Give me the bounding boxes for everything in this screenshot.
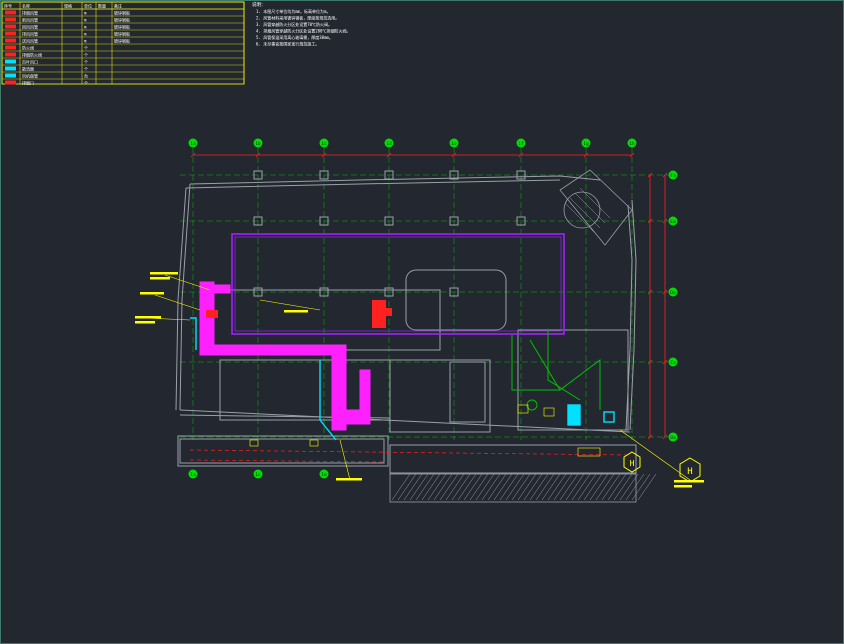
legend-swatch xyxy=(5,31,16,36)
legend-row-name: 风机盘管 xyxy=(22,73,38,79)
legend-row-unit: 台 xyxy=(84,73,88,79)
note-line: 2. 风管材料采用镀锌钢板，厚度按规范选用。 xyxy=(256,15,339,21)
legend-row-note: 镀锌钢板 xyxy=(114,38,130,44)
legend-header-1: 名称 xyxy=(22,3,30,9)
dashed-pipe-run xyxy=(189,449,631,463)
legend-header-5: 备注 xyxy=(114,3,122,9)
legend-row-name: 排烟风管 xyxy=(22,10,38,16)
legend-row-unit: m xyxy=(84,39,87,44)
notes-title: 说明： xyxy=(252,1,266,8)
symbol-label: H xyxy=(630,459,635,468)
axis-label-top: 1h xyxy=(629,141,635,147)
axis-label-right: Da xyxy=(670,290,676,296)
fire-damper-group xyxy=(206,300,392,328)
legend-row-name: 百叶风口 xyxy=(22,59,38,65)
legend-swatch xyxy=(5,45,16,50)
axis-label-bottom: 1a xyxy=(190,472,196,478)
axis-label-top: 1b xyxy=(255,141,261,147)
axis-label-bottom: 1c xyxy=(255,472,261,478)
axis-label-right: Ca xyxy=(670,360,676,366)
axis-label-top: 1f xyxy=(518,141,524,147)
legend-swatch xyxy=(5,80,16,85)
legend-row-unit: 个 xyxy=(84,46,88,51)
axis-label-right: Fa xyxy=(670,173,676,179)
legend-table: 序号 名称 规格 单位 数量 备注排烟风管 m 镀锌钢板新风风管 m 镀锌钢板回风风管 m 镀锌钢板排… xyxy=(1,1,245,86)
legend-row-unit: m xyxy=(84,25,87,30)
axis-grid: 1a 1b 1c 1d 1e 1f 1g 1h 1a 1c 1e Fa Ea Da Ca Ba xyxy=(180,138,678,479)
legend-row-note: 镀锌钢板 xyxy=(114,24,130,30)
note-line: 1. 本图尺寸单位均为mm，标高单位为m。 xyxy=(256,8,330,14)
curved-entrance xyxy=(559,169,633,246)
legend-swatch xyxy=(5,17,16,22)
note-line: 4. 排烟风管穿越防火分区处设置280℃排烟防火阀。 xyxy=(256,28,350,34)
legend-row-name: 新风风管 xyxy=(22,17,38,23)
legend-swatch xyxy=(5,66,16,71)
legend-row-unit: m xyxy=(84,32,87,37)
legend-row-name: 散流器 xyxy=(22,66,34,72)
legend-row-name: 送风风管 xyxy=(22,38,38,44)
legend-row-note: 镀锌钢板 xyxy=(114,10,130,16)
legend-row-name: 排烟防火阀 xyxy=(22,52,42,58)
legend-row-note: 镀锌钢板 xyxy=(114,31,130,37)
floor-plan-drawing: 序号 名称 规格 单位 数量 备注排烟风管 m 镀锌钢板新风风管 m 镀锌钢板回风风管 m 镀锌钢板排… xyxy=(0,0,844,644)
legend-header-2: 规格 xyxy=(64,3,72,9)
symbol-label-2: H xyxy=(687,467,692,477)
annotation-leaders xyxy=(144,274,691,481)
axis-label-right: Ea xyxy=(670,219,676,225)
legend-row-note: 镀锌钢板 xyxy=(114,17,130,23)
note-line: 6. 未尽事宜按国家现行规范施工。 xyxy=(256,41,319,47)
fire-zone-boundary-inner xyxy=(234,236,562,332)
legend-row-unit: m xyxy=(84,18,87,23)
axis-label-top: 1a xyxy=(190,141,196,147)
note-line: 5. 风管保温采用离心玻璃棉，厚度30mm。 xyxy=(256,34,333,40)
legend-swatch xyxy=(5,73,16,78)
axis-label-right: Ba xyxy=(670,435,676,441)
legend-swatch xyxy=(5,38,16,43)
axis-label-bottom: 1e xyxy=(321,472,327,478)
legend-row-unit: 个 xyxy=(84,60,88,65)
exhaust-duct-green xyxy=(511,330,601,411)
design-notes: 说明： 1. 本图尺寸单位均为mm，标高单位为m。2. 风管材料采用镀锌钢板，厚… xyxy=(252,1,350,47)
legend-row-name: 排风风管 xyxy=(22,31,38,37)
legend-header-3: 单位 xyxy=(84,3,92,9)
cad-drawing-canvas: 序号 名称 规格 单位 数量 备注 排烟风管 m 镀锌钢板 新风风管 m 镀锌钢板 回风风管 m 镀锌钢板排… xyxy=(0,0,844,644)
legend-row-unit: m xyxy=(84,11,87,16)
hatched-slab xyxy=(389,473,657,503)
legend-header-4: 数量 xyxy=(98,3,106,9)
legend-row-unit: 个 xyxy=(84,81,88,86)
axis-label-top: 1g xyxy=(583,141,589,147)
drawing-frame xyxy=(0,0,844,644)
legend-swatch xyxy=(5,10,16,15)
legend-row-name: 防火阀 xyxy=(22,45,34,51)
legend-row-name: 排烟口 xyxy=(22,80,34,86)
axis-label-top: 1e xyxy=(451,141,457,147)
axis-label-top: 1c xyxy=(321,141,327,147)
axis-label-top: 1d xyxy=(386,141,392,147)
legend-row-unit: 个 xyxy=(84,53,88,58)
legend-row-name: 回风风管 xyxy=(22,24,38,30)
legend-swatch xyxy=(5,24,16,29)
fresh-air-duct xyxy=(190,317,615,441)
fire-zone-boundary xyxy=(231,233,565,335)
legend-row-unit: 个 xyxy=(84,67,88,72)
legend-swatch xyxy=(5,59,16,64)
legend-swatch xyxy=(5,52,16,57)
note-line: 3. 风管穿越防火分区处设置70℃防火阀。 xyxy=(256,21,332,27)
legend-header-0: 序号 xyxy=(4,3,12,9)
